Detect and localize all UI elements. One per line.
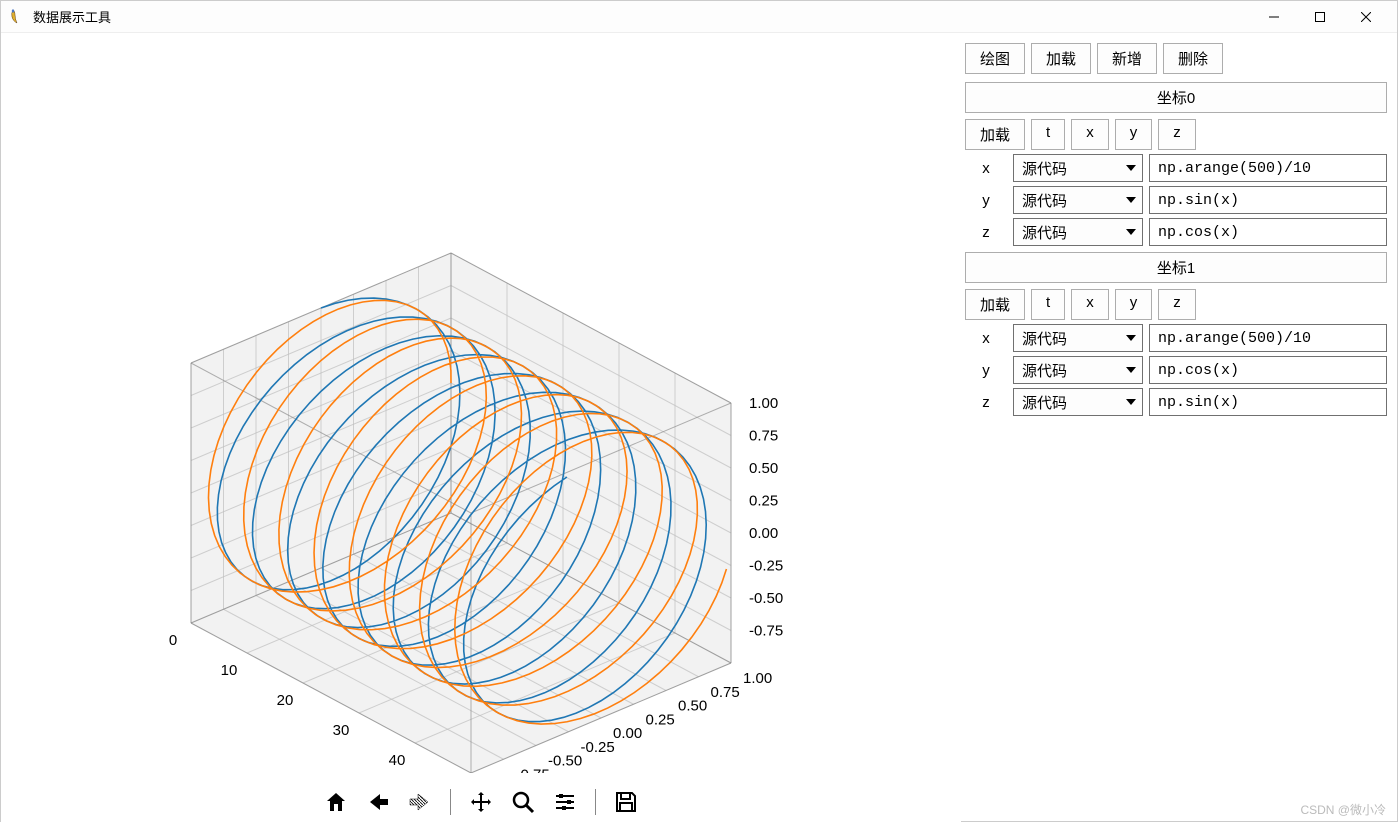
coord0-x-type-combo[interactable]: 源代码 [1013,154,1143,182]
svg-text:-0.50: -0.50 [548,753,582,770]
zoom-icon[interactable] [507,786,539,818]
toolbar-separator [450,789,451,815]
side-panel: 绘图 加载 新增 删除 坐标0 加载 t x y z x 源代码 [961,33,1397,826]
app-icon [9,9,25,25]
coord0-y-expr-input[interactable] [1149,186,1387,214]
add-button[interactable]: 新增 [1097,43,1157,74]
mpl-toolbar [1,778,961,826]
coord0-x-button[interactable]: x [1071,119,1109,150]
coord0-z-expr-input[interactable] [1149,218,1387,246]
coord0-x-label: x [965,160,1007,177]
coord0-header[interactable]: 坐标0 [965,82,1387,113]
plot-button[interactable]: 绘图 [965,43,1025,74]
svg-text:0.75: 0.75 [749,428,778,445]
coord1-z-type-combo[interactable]: 源代码 [1013,388,1143,416]
svg-text:10: 10 [221,662,238,679]
svg-text:0.00: 0.00 [613,725,642,742]
coord1-z-row: z 源代码 [965,388,1387,416]
coord1-z-label: z [965,394,1007,411]
coord1-y-button[interactable]: y [1115,289,1153,320]
coord1-x-button[interactable]: x [1071,289,1109,320]
forward-icon[interactable] [404,786,436,818]
svg-text:0.25: 0.25 [749,493,778,510]
coord0-block: 加载 t x y z x 源代码 y 源代码 z [965,119,1387,246]
svg-text:-0.25: -0.25 [581,739,615,756]
svg-text:0.25: 0.25 [646,711,675,728]
coord0-y-button[interactable]: y [1115,119,1153,150]
coord1-block: 加载 t x y z x 源代码 y 源代码 z [965,289,1387,416]
svg-text:1.00: 1.00 [749,395,778,412]
svg-text:20: 20 [277,692,294,709]
main-btn-row: 绘图 加载 新增 删除 [961,43,1387,74]
plot-canvas[interactable]: 01020304050-1.00-0.75-0.50-0.250.000.250… [1,33,961,778]
svg-text:0.50: 0.50 [678,698,707,715]
coord1-ctl-row: 加载 t x y z [965,289,1387,320]
svg-text:1.00: 1.00 [743,670,772,687]
coord1-y-row: y 源代码 [965,356,1387,384]
coord0-ctl-row: 加载 t x y z [965,119,1387,150]
coord0-z-type-combo[interactable]: 源代码 [1013,218,1143,246]
coord1-y-type-combo[interactable]: 源代码 [1013,356,1143,384]
coord1-y-label: y [965,362,1007,379]
coord1-z-button[interactable]: z [1158,289,1196,320]
coord0-x-row: x 源代码 [965,154,1387,182]
svg-text:40: 40 [389,752,406,769]
app-window: 数据展示工具 01020304050-1.00-0.75-0.50-0.250.… [0,0,1398,822]
coord1-x-expr-input[interactable] [1149,324,1387,352]
coord0-z-button[interactable]: z [1158,119,1196,150]
coord0-z-label: z [965,224,1007,241]
minimize-button[interactable] [1251,1,1297,33]
coord0-y-label: y [965,192,1007,209]
coord0-load-button[interactable]: 加载 [965,119,1025,150]
svg-text:0.00: 0.00 [749,525,778,542]
coord1-y-expr-input[interactable] [1149,356,1387,384]
coord0-x-expr-input[interactable] [1149,154,1387,182]
load-button[interactable]: 加载 [1031,43,1091,74]
coord1-t-button[interactable]: t [1031,289,1065,320]
svg-text:-0.75: -0.75 [516,766,550,773]
coord1-load-button[interactable]: 加载 [965,289,1025,320]
delete-button[interactable]: 删除 [1163,43,1223,74]
svg-text:0.75: 0.75 [711,684,740,701]
close-button[interactable] [1343,1,1389,33]
coord0-y-row: y 源代码 [965,186,1387,214]
plot-area: 01020304050-1.00-0.75-0.50-0.250.000.250… [1,33,961,826]
coord1-header[interactable]: 坐标1 [965,252,1387,283]
svg-text:-0.50: -0.50 [749,590,783,607]
pan-icon[interactable] [465,786,497,818]
svg-text:0.50: 0.50 [749,460,778,477]
watermark: CSDN @微小冷 [1300,801,1386,818]
save-icon[interactable] [610,786,642,818]
svg-text:30: 30 [333,722,350,739]
configure-icon[interactable] [549,786,581,818]
toolbar-separator [595,789,596,815]
svg-text:-0.25: -0.25 [749,558,783,575]
coord1-z-expr-input[interactable] [1149,388,1387,416]
svg-text:0: 0 [169,632,177,649]
maximize-button[interactable] [1297,1,1343,33]
back-icon[interactable] [362,786,394,818]
coord1-x-type-combo[interactable]: 源代码 [1013,324,1143,352]
coord0-z-row: z 源代码 [965,218,1387,246]
window-title: 数据展示工具 [33,7,1251,26]
content: 01020304050-1.00-0.75-0.50-0.250.000.250… [1,33,1397,826]
home-icon[interactable] [320,786,352,818]
coord0-t-button[interactable]: t [1031,119,1065,150]
coord0-y-type-combo[interactable]: 源代码 [1013,186,1143,214]
titlebar: 数据展示工具 [1,1,1397,33]
svg-text:-0.75: -0.75 [749,623,783,640]
coord1-x-label: x [965,330,1007,347]
coord1-x-row: x 源代码 [965,324,1387,352]
